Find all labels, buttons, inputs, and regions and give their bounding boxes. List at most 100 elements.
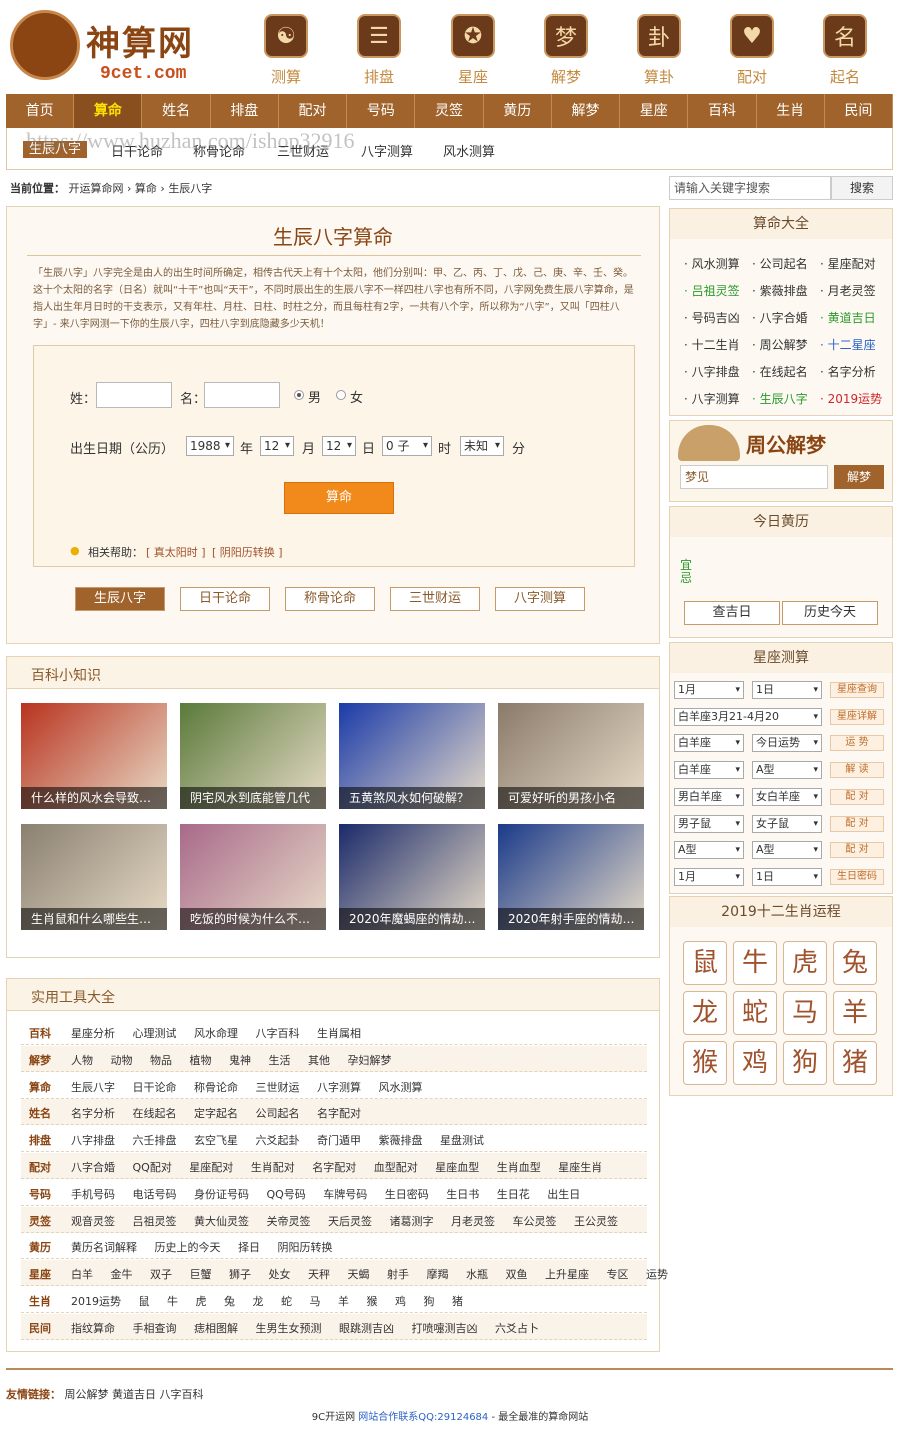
xingzuo-action-button[interactable]: 配 对 bbox=[830, 815, 884, 832]
shengxiao-animal[interactable]: 蛇 bbox=[733, 991, 777, 1035]
xingzuo-select-a[interactable]: 白羊座 bbox=[674, 734, 744, 753]
xingzuo-select-b[interactable]: 1日 bbox=[752, 867, 822, 886]
friend-link[interactable]: 黄道吉日 bbox=[112, 1388, 156, 1401]
shengxiao-animal[interactable]: 猪 bbox=[833, 1041, 877, 1085]
tool-links[interactable]: 手机号码 电话号码 身份证号码 QQ号码 车牌号码 生日密码 生日书 生日花 出… bbox=[71, 1186, 580, 1202]
bazi-tab[interactable]: 三世财运 bbox=[390, 587, 480, 611]
bazi-tab[interactable]: 生辰八字 bbox=[75, 587, 165, 611]
top-nav-item[interactable]: ☯ 测算 bbox=[256, 14, 316, 87]
xingzuo-select-a[interactable]: 男白羊座 bbox=[674, 787, 744, 806]
history-today-button[interactable]: 历史今天 bbox=[782, 601, 878, 625]
xingzuo-select-a[interactable]: 白羊座3月21-4月20 bbox=[674, 707, 822, 726]
baike-card[interactable]: 吃饭的时候为什么不… bbox=[180, 824, 326, 930]
sub-nav-item[interactable]: 生辰八字 bbox=[23, 141, 88, 158]
sub-nav-item[interactable]: 风水测算 bbox=[443, 141, 495, 160]
dream-submit-button[interactable]: 解梦 bbox=[834, 465, 884, 489]
tool-links[interactable]: 白羊 金牛 双子 巨蟹 狮子 处女 天秤 天蝎 射手 摩羯 水瓶 双鱼 上升星座… bbox=[71, 1266, 668, 1282]
tool-category[interactable]: 排盘 bbox=[29, 1132, 51, 1148]
suanming-link[interactable]: · 周公解梦 bbox=[752, 336, 808, 353]
shengxiao-animal[interactable]: 鸡 bbox=[733, 1041, 777, 1085]
tool-links[interactable]: 人物 动物 物品 植物 鬼神 生活 其他 孕妇解梦 bbox=[71, 1052, 391, 1068]
main-nav-item[interactable]: 姓名 bbox=[142, 94, 211, 128]
xingzuo-select-b[interactable]: 1日 bbox=[752, 681, 822, 699]
main-nav-item[interactable]: 算命 bbox=[74, 94, 143, 128]
minute-select[interactable]: 未知 bbox=[460, 436, 504, 456]
main-nav-item[interactable]: 号码 bbox=[347, 94, 416, 128]
suanming-link[interactable]: · 八字排盘 bbox=[684, 363, 740, 380]
help-true-solar-link[interactable]: [ 真太阳时 ] bbox=[146, 544, 206, 560]
baike-card[interactable]: 五黄煞风水如何破解？ bbox=[339, 703, 485, 809]
tool-links[interactable]: 观音灵签 吕祖灵签 黄大仙灵签 关帝灵签 天后灵签 诸葛测字 月老灵签 车公灵签… bbox=[71, 1213, 618, 1229]
main-nav-item[interactable]: 排盘 bbox=[211, 94, 279, 128]
suanming-link[interactable]: · 紫薇排盘 bbox=[752, 282, 808, 299]
main-nav-item[interactable]: 生肖 bbox=[757, 94, 825, 128]
tool-category[interactable]: 配对 bbox=[29, 1159, 51, 1175]
suanming-link[interactable]: · 八字测算 bbox=[684, 390, 740, 407]
top-nav-item[interactable]: 梦解梦 bbox=[536, 14, 596, 87]
shengxiao-animal[interactable]: 牛 bbox=[733, 941, 777, 985]
friend-link[interactable]: 八字百科 bbox=[160, 1388, 204, 1401]
suanming-link[interactable]: · 在线起名 bbox=[752, 363, 808, 380]
surname-input[interactable] bbox=[96, 382, 172, 408]
main-nav-item[interactable]: 配对 bbox=[279, 94, 348, 128]
bazi-tab[interactable]: 称骨论命 bbox=[285, 587, 375, 611]
xingzuo-action-button[interactable]: 星座查询 bbox=[830, 682, 884, 698]
xingzuo-select-a[interactable]: 1月 bbox=[674, 867, 744, 886]
suanming-link[interactable]: · 八字合婚 bbox=[752, 309, 808, 326]
month-select[interactable]: 12 bbox=[260, 436, 294, 456]
name-input[interactable] bbox=[204, 382, 280, 408]
shengxiao-animal[interactable]: 马 bbox=[783, 991, 827, 1035]
dream-input[interactable]: 梦见 bbox=[680, 465, 828, 489]
tool-links[interactable]: 2019运势 鼠 牛 虎 兔 龙 蛇 马 羊 猴 鸡 狗 猪 bbox=[71, 1293, 463, 1309]
top-nav-item[interactable]: ☰ 排盘 bbox=[349, 14, 409, 87]
suanming-link[interactable]: · 十二生肖 bbox=[684, 336, 740, 353]
suanming-link[interactable]: · 生辰八字 bbox=[752, 390, 808, 407]
main-nav-item[interactable]: 星座 bbox=[620, 94, 689, 128]
suanming-link[interactable]: · 公司起名 bbox=[752, 255, 808, 272]
xingzuo-select-b[interactable]: 女白羊座 bbox=[752, 787, 822, 806]
main-nav-item[interactable]: 首页 bbox=[6, 94, 75, 128]
gender-male-radio[interactable] bbox=[294, 390, 304, 400]
bazi-tab[interactable]: 日干论命 bbox=[180, 587, 270, 611]
top-nav-item[interactable]: 卦算卦 bbox=[629, 14, 689, 87]
tool-category[interactable]: 姓名 bbox=[29, 1105, 51, 1121]
baike-card[interactable]: 2020年射手座的情劫… bbox=[498, 824, 644, 930]
xingzuo-select-a[interactable]: 男子鼠 bbox=[674, 814, 744, 833]
xingzuo-select-b[interactable]: 今日运势 bbox=[752, 734, 822, 753]
baike-card[interactable]: 2020年魔蝎座的情劫… bbox=[339, 824, 485, 930]
help-calendar-convert-link[interactable]: [ 阴阳历转换 ] bbox=[212, 544, 283, 560]
tool-links[interactable]: 名字分析 在线起名 定字起名 公司起名 名字配对 bbox=[71, 1105, 361, 1121]
baike-card[interactable]: 可爱好听的男孩小名 bbox=[498, 703, 644, 809]
baike-card[interactable]: 生肖鼠和什么哪些生… bbox=[21, 824, 167, 930]
suanming-link[interactable]: · 吕祖灵签 bbox=[684, 282, 740, 299]
tool-category[interactable]: 百科 bbox=[29, 1025, 51, 1041]
shengxiao-animal[interactable]: 鼠 bbox=[683, 941, 727, 985]
day-select[interactable]: 12 bbox=[322, 436, 356, 456]
shengxiao-animal[interactable]: 羊 bbox=[833, 991, 877, 1035]
top-nav-item[interactable]: ✪ 星座 bbox=[443, 14, 503, 87]
suanming-link[interactable]: · 黄道吉日 bbox=[820, 309, 876, 326]
shengxiao-animal[interactable]: 猴 bbox=[683, 1041, 727, 1085]
xingzuo-select-b[interactable]: A型 bbox=[752, 761, 822, 780]
xingzuo-select-a[interactable]: 1月 bbox=[674, 681, 744, 699]
site-logo[interactable]: 神算网 9cet.com bbox=[10, 8, 210, 86]
search-button[interactable]: 搜索 bbox=[831, 176, 893, 200]
tool-category[interactable]: 号码 bbox=[29, 1186, 51, 1202]
hour-select[interactable]: 0 子 bbox=[382, 436, 432, 456]
xingzuo-action-button[interactable]: 星座详解 bbox=[830, 708, 884, 725]
main-nav-item[interactable]: 解梦 bbox=[552, 94, 621, 128]
xingzuo-action-button[interactable]: 解 读 bbox=[830, 762, 884, 779]
main-nav-item[interactable]: 灵签 bbox=[415, 94, 484, 128]
baike-card[interactable]: 什么样的风水会导致… bbox=[21, 703, 167, 809]
search-input[interactable]: 请输入关键字搜索 bbox=[669, 176, 831, 200]
top-nav-item[interactable]: ♥ 配对 bbox=[722, 14, 782, 87]
shengxiao-animal[interactable]: 虎 bbox=[783, 941, 827, 985]
suanming-link[interactable]: · 星座配对 bbox=[820, 255, 876, 272]
calculate-button[interactable]: 算命 bbox=[284, 482, 394, 514]
bazi-tab[interactable]: 八字测算 bbox=[495, 587, 585, 611]
tool-category[interactable]: 民间 bbox=[29, 1320, 51, 1336]
tool-links[interactable]: 八字排盘 六壬排盘 玄空飞星 六爻起卦 奇门遁甲 紫薇排盘 星盘测试 bbox=[71, 1132, 484, 1148]
tool-links[interactable]: 八字合婚 QQ配对 星座配对 生肖配对 名字配对 血型配对 星座血型 生肖血型 … bbox=[71, 1159, 602, 1175]
friend-link[interactable]: 周公解梦 bbox=[65, 1388, 109, 1401]
main-nav-item[interactable]: 百科 bbox=[688, 94, 757, 128]
